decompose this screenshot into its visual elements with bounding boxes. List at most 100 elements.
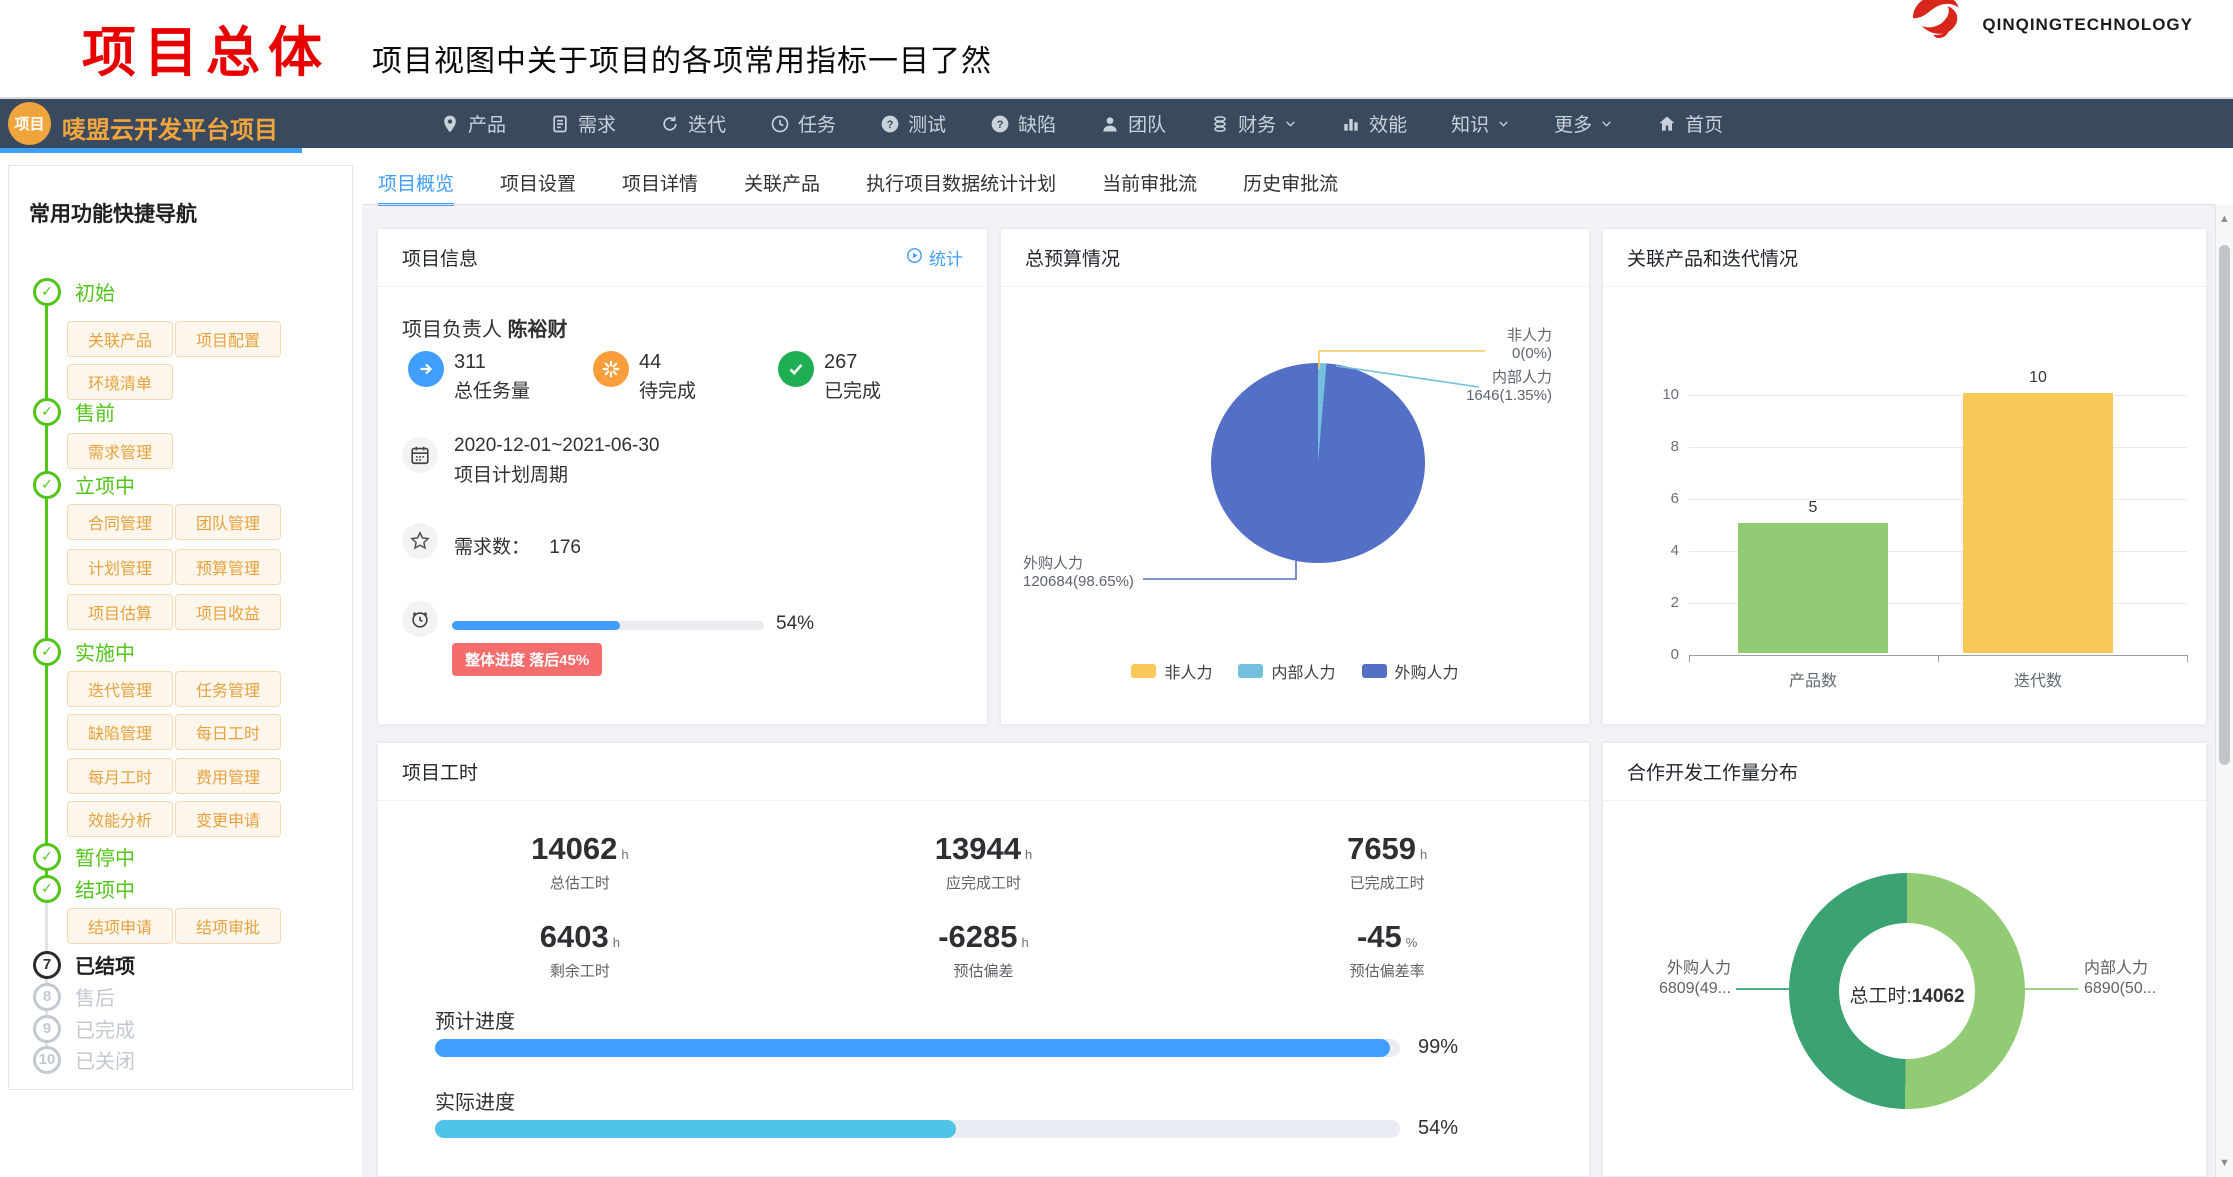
donut-center-label: 总工时:14062 xyxy=(1789,981,2025,1008)
vertical-scrollbar[interactable]: ▲ ▼ xyxy=(2215,205,2233,1177)
sidebar-action-button[interactable]: 缺陷管理 xyxy=(67,714,173,750)
nav-item-performance[interactable]: 效能 xyxy=(1341,110,1407,137)
pie-label-non-human: 非人力 0(0%) xyxy=(1507,327,1552,363)
stage-label: 已结项 xyxy=(75,950,135,979)
sidebar-action-button[interactable]: 每月工时 xyxy=(67,758,173,794)
sidebar-action-button[interactable]: 合同管理 xyxy=(67,504,173,540)
slice-value: 0(0%) xyxy=(1507,345,1552,363)
metric-label: 预估偏差 xyxy=(782,960,1186,981)
star-icon xyxy=(402,523,438,559)
nav-item-defect[interactable]: ? 缺陷 xyxy=(990,110,1056,137)
question-circle-icon: ? xyxy=(880,114,900,134)
nav-item-label: 缺陷 xyxy=(1018,110,1056,137)
nav-item-more[interactable]: 更多 xyxy=(1554,110,1613,137)
slice-name: 外购人力 xyxy=(1023,555,1134,573)
sidebar-action-button[interactable]: 结项审批 xyxy=(175,908,281,944)
tab-data-statistics-plan[interactable]: 执行项目数据统计计划 xyxy=(866,169,1056,196)
tab-current-approval-flow[interactable]: 当前审批流 xyxy=(1102,169,1197,196)
stage-label: 暂停中 xyxy=(75,842,135,871)
stage-number-circle: 9 xyxy=(33,1015,61,1043)
timeline-line-done xyxy=(45,291,48,888)
legend-item[interactable]: 非人力 xyxy=(1131,659,1212,683)
tab-project-overview[interactable]: 项目概览 xyxy=(378,169,454,196)
sidebar-action-button[interactable]: 费用管理 xyxy=(175,758,281,794)
stage-label: 初始 xyxy=(75,277,115,306)
sidebar-action-button[interactable]: 每日工时 xyxy=(175,714,281,750)
legend-item[interactable]: 外购人力 xyxy=(1362,659,1459,683)
metric-should-complete: 13944 h 应完成工时 xyxy=(782,831,1186,893)
sidebar-action-button[interactable]: 效能分析 xyxy=(67,801,173,837)
sidebar-action-button[interactable]: 团队管理 xyxy=(175,504,281,540)
scrollbar-thumb[interactable] xyxy=(2219,245,2230,765)
stage-implementing: ✓ 实施中 xyxy=(33,637,135,666)
metric-unit: h xyxy=(1025,847,1032,862)
nav-item-label: 任务 xyxy=(798,110,836,137)
project-period-label: 项目计划周期 xyxy=(454,460,568,487)
stat-finished-tasks: 267 已完成 xyxy=(778,351,881,403)
nav-item-requirement[interactable]: 需求 xyxy=(550,110,616,137)
bar-product-count[interactable] xyxy=(1738,523,1888,653)
metric-total-estimated: 14062h 总估工时 xyxy=(378,831,782,893)
metric-value: 13944 xyxy=(935,831,1021,866)
tab-related-products[interactable]: 关联产品 xyxy=(744,169,820,196)
budget-pie-chart xyxy=(1211,363,1425,563)
card-header: 项目工时 xyxy=(378,743,1589,801)
statistics-link-label: 统计 xyxy=(929,245,963,270)
sidebar-action-button[interactable]: 需求管理 xyxy=(67,433,173,469)
sidebar-action-button[interactable]: 项目收益 xyxy=(175,594,281,630)
bar-iteration-count[interactable] xyxy=(1963,393,2113,653)
scroll-down-icon[interactable]: ▼ xyxy=(2216,1157,2233,1169)
nav-item-label: 知识 xyxy=(1451,110,1489,137)
metric-label: 已完成工时 xyxy=(1185,872,1589,893)
scroll-up-icon[interactable]: ▲ xyxy=(2216,213,2233,225)
stage-number-circle: 8 xyxy=(33,983,61,1011)
donut-label-outsourced: 外购人力 6809(49... xyxy=(1621,959,1731,999)
nav-item-product[interactable]: 产品 xyxy=(440,110,506,137)
nav-item-team[interactable]: 团队 xyxy=(1100,110,1166,137)
sidebar-action-button[interactable]: 任务管理 xyxy=(175,671,281,707)
sidebar-action-button[interactable]: 关联产品 xyxy=(67,321,173,357)
nav-item-home[interactable]: 首页 xyxy=(1657,110,1723,137)
sidebar-action-button[interactable]: 结项申请 xyxy=(67,908,173,944)
logo-text: QINQINGTECHNOLOGY xyxy=(1982,15,2193,35)
nav-item-knowledge[interactable]: 知识 xyxy=(1451,110,1510,137)
chevron-down-icon xyxy=(1284,117,1297,130)
metric-value: 6403 xyxy=(540,919,609,954)
stat-label: 总任务量 xyxy=(454,376,530,403)
project-name[interactable]: 唛盟云开发平台项目 xyxy=(62,110,278,145)
slice-value: 6809(49... xyxy=(1621,979,1731,999)
nav-item-finance[interactable]: 财务 xyxy=(1210,110,1297,137)
sidebar-action-button[interactable]: 项目估算 xyxy=(67,594,173,630)
nav-item-task[interactable]: 任务 xyxy=(770,110,836,137)
sidebar-action-button[interactable]: 迭代管理 xyxy=(67,671,173,707)
sidebar-action-button[interactable]: 环境清单 xyxy=(67,364,173,400)
person-icon xyxy=(1100,114,1120,134)
metric-value: -45 xyxy=(1357,919,1402,954)
sidebar-action-button[interactable]: 项目配置 xyxy=(175,321,281,357)
legend-item[interactable]: 内部人力 xyxy=(1238,659,1335,683)
legend-chip xyxy=(1131,664,1156,678)
y-axis-tick: 2 xyxy=(1649,594,1679,611)
metrics-row: 14062h 总估工时 13944h 应完成工时 7659h 已完成工时 xyxy=(378,831,1589,893)
tab-project-details[interactable]: 项目详情 xyxy=(622,169,698,196)
stage-initial: ✓ 初始 xyxy=(33,277,115,306)
stage-number-circle: 7 xyxy=(33,951,61,979)
nav-item-test[interactable]: ? 测试 xyxy=(880,110,946,137)
metric-label: 应完成工时 xyxy=(782,872,1186,893)
bar-chart-icon xyxy=(1341,114,1361,134)
bar-value-label: 5 xyxy=(1738,499,1888,517)
stat-value: 311 xyxy=(454,351,530,374)
expected-progress-percent: 99% xyxy=(1418,1036,1458,1059)
tab-project-settings[interactable]: 项目设置 xyxy=(500,169,576,196)
svg-text:?: ? xyxy=(887,119,894,131)
budget-card: 总预算情况 非人力 0(0%) 内部人力 1646(1.35%) 外购人力 12… xyxy=(1000,228,1590,725)
card-title: 合作开发工作量分布 xyxy=(1627,758,1798,785)
sidebar-action-button[interactable]: 预算管理 xyxy=(175,549,281,585)
sidebar-action-button[interactable]: 变更申请 xyxy=(175,801,281,837)
slice-name: 外购人力 xyxy=(1621,959,1731,979)
nav-item-iteration[interactable]: 迭代 xyxy=(660,110,726,137)
slice-name: 内部人力 xyxy=(1466,369,1552,387)
statistics-link[interactable]: 统计 xyxy=(906,245,963,270)
tab-history-approval-flow[interactable]: 历史审批流 xyxy=(1243,169,1338,196)
sidebar-action-button[interactable]: 计划管理 xyxy=(67,549,173,585)
